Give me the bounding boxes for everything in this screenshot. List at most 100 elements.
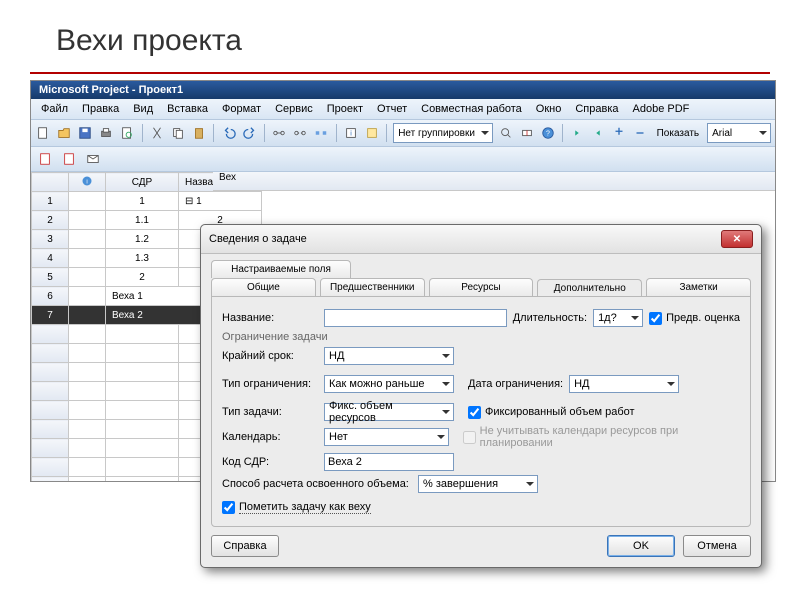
slide-title: Вехи проекта: [0, 0, 800, 72]
constraint-date-label: Дата ограничения:: [468, 378, 563, 390]
pdf2-icon[interactable]: [59, 149, 79, 169]
fixed-work-label: Фиксированный объем работ: [485, 406, 635, 418]
task-type-combo[interactable]: Фикс. объем ресурсов: [324, 403, 454, 421]
undo-icon[interactable]: [220, 123, 237, 143]
help-icon[interactable]: ?: [539, 123, 556, 143]
menu-adobe[interactable]: Adobe PDF: [627, 101, 696, 117]
prelim-checkbox[interactable]: [649, 312, 662, 325]
pdf-icon[interactable]: [35, 149, 55, 169]
ignore-cal-label: Не учитывать календари ресурсов при план…: [480, 425, 740, 449]
notes-icon[interactable]: [363, 123, 380, 143]
tab-predecessors[interactable]: Предшественники: [320, 278, 425, 296]
menu-report[interactable]: Отчет: [371, 101, 413, 117]
info-icon[interactable]: i: [343, 123, 360, 143]
milestone-checkbox[interactable]: [222, 501, 235, 514]
mail-icon[interactable]: [83, 149, 103, 169]
name-label: Название:: [222, 312, 318, 324]
table-row[interactable]: 6: [32, 287, 69, 306]
dialog-title: Сведения о задаче: [209, 233, 307, 245]
font-combo[interactable]: Arial: [707, 123, 771, 143]
table-row[interactable]: 5: [32, 268, 69, 287]
svg-text:i: i: [86, 179, 87, 185]
tab-general[interactable]: Общие: [211, 278, 316, 296]
toolbar-2: [31, 147, 775, 172]
deadline-label: Крайний срок:: [222, 350, 318, 362]
earned-combo[interactable]: % завершения: [418, 475, 538, 493]
menu-format[interactable]: Формат: [216, 101, 267, 117]
name-input[interactable]: [324, 309, 507, 327]
fixed-work-checkbox[interactable]: [468, 406, 481, 419]
menubar: Файл Правка Вид Вставка Формат Сервис Пр…: [31, 99, 775, 120]
tab-advanced[interactable]: Дополнительно: [537, 279, 642, 297]
col-rownum: [32, 173, 69, 192]
redo-icon[interactable]: [241, 123, 258, 143]
calendar-combo[interactable]: Нет: [324, 428, 449, 446]
accent-line: [30, 72, 770, 74]
split-icon[interactable]: [313, 123, 330, 143]
menu-file[interactable]: Файл: [35, 101, 74, 117]
new-icon[interactable]: [35, 123, 52, 143]
duration-label: Длительность:: [513, 312, 587, 324]
close-icon[interactable]: ✕: [721, 230, 753, 248]
dialog-body: Название: Длительность: 1д? Предв. оценк…: [211, 296, 751, 527]
collapse-icon[interactable]: [632, 123, 649, 143]
tab-resources[interactable]: Ресурсы: [429, 278, 534, 296]
sdr-code-label: Код СДР:: [222, 456, 318, 468]
prelim-label: Предв. оценка: [666, 312, 740, 324]
tab-notes[interactable]: Заметки: [646, 278, 751, 296]
menu-window[interactable]: Окно: [530, 101, 568, 117]
col-sdr[interactable]: СДР: [106, 173, 179, 192]
menu-tools[interactable]: Сервис: [269, 101, 319, 117]
earned-label: Способ расчета освоенного объема:: [222, 478, 412, 490]
sdr-code-input[interactable]: [324, 453, 454, 471]
menu-view[interactable]: Вид: [127, 101, 159, 117]
constraint-type-label: Тип ограничения:: [222, 378, 318, 390]
copy-icon[interactable]: [169, 123, 186, 143]
gantt-header: Вех: [213, 172, 775, 191]
titlebar: Microsoft Project - Проект1: [31, 81, 775, 99]
show-label[interactable]: Показать: [653, 128, 704, 139]
duration-input[interactable]: 1д?: [593, 309, 643, 327]
menu-edit[interactable]: Правка: [76, 101, 125, 117]
constraint-type-combo[interactable]: Как можно раньше: [324, 375, 454, 393]
milestone-label: Пометить задачу как веху: [239, 501, 371, 514]
table-row[interactable]: 4: [32, 249, 69, 268]
info-icon: i: [81, 175, 93, 187]
table-row[interactable]: 1: [32, 192, 69, 211]
expand-icon[interactable]: [611, 123, 628, 143]
task-type-label: Тип задачи:: [222, 406, 318, 418]
paste-icon[interactable]: [190, 123, 207, 143]
help-button[interactable]: Справка: [211, 535, 279, 557]
svg-text:?: ?: [546, 131, 550, 138]
task-info-dialog: Сведения о задаче ✕ Настраиваемые поля О…: [200, 224, 762, 568]
unlink-icon[interactable]: [292, 123, 309, 143]
deadline-combo[interactable]: НД: [324, 347, 454, 365]
zoom-icon[interactable]: [497, 123, 514, 143]
menu-insert[interactable]: Вставка: [161, 101, 214, 117]
table-row[interactable]: 3: [32, 230, 69, 249]
col-info[interactable]: i: [69, 173, 106, 192]
ignore-cal-checkbox: [463, 431, 476, 444]
open-icon[interactable]: [56, 123, 73, 143]
table-row[interactable]: 7: [32, 306, 69, 325]
preview-icon[interactable]: [119, 123, 136, 143]
grouping-combo[interactable]: Нет группировки: [393, 123, 493, 143]
table-row[interactable]: 2: [32, 211, 69, 230]
cut-icon[interactable]: [149, 123, 166, 143]
ok-button[interactable]: OK: [607, 535, 675, 557]
menu-help[interactable]: Справка: [569, 101, 624, 117]
goto-icon[interactable]: [518, 123, 535, 143]
menu-collab[interactable]: Совместная работа: [415, 101, 528, 117]
print-icon[interactable]: [98, 123, 115, 143]
save-icon[interactable]: [77, 123, 94, 143]
calendar-label: Календарь:: [222, 431, 318, 443]
menu-project[interactable]: Проект: [321, 101, 369, 117]
link-icon[interactable]: [271, 123, 288, 143]
cancel-button[interactable]: Отмена: [683, 535, 751, 557]
indent-left-icon[interactable]: [569, 123, 586, 143]
constraint-date-combo[interactable]: НД: [569, 375, 679, 393]
indent-right-icon[interactable]: [590, 123, 607, 143]
toolbar: i Нет группировки ? Показать Arial: [31, 120, 775, 147]
tab-custom-fields[interactable]: Настраиваемые поля: [211, 260, 351, 278]
constraint-group: Ограничение задачи: [222, 331, 740, 343]
